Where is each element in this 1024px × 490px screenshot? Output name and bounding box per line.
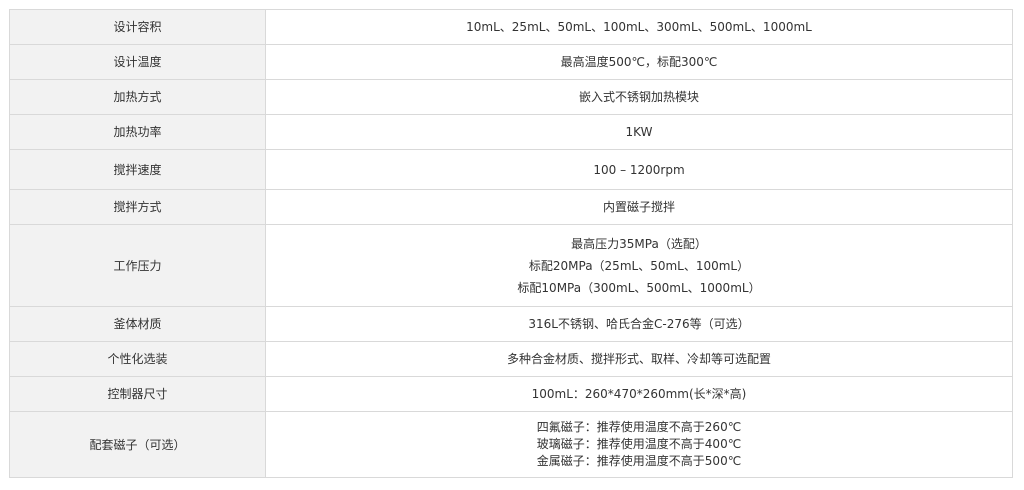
value-line: 标配20MPa（25mL、50mL、100mL） (528, 258, 750, 273)
row-value: 内置磁子搅拌 (265, 189, 1013, 225)
table-row: 加热方式 嵌入式不锈钢加热模块 (9, 79, 1013, 115)
spec-table: 设计容积 10mL、25mL、50mL、100mL、300mL、500mL、10… (9, 9, 1013, 478)
table-row: 控制器尺寸 100mL：260*470*260mm(长*深*高) (9, 376, 1013, 412)
table-row: 设计温度 最高温度500℃，标配300℃ (9, 44, 1013, 80)
row-value: 316L不锈钢、哈氏合金C-276等（可选） (265, 306, 1013, 342)
row-value: 嵌入式不锈钢加热模块 (265, 79, 1013, 115)
value-line: 100mL：260*470*260mm(长*深*高) (531, 387, 747, 401)
row-label: 工作压力 (9, 224, 266, 307)
row-value: 10mL、25mL、50mL、100mL、300mL、500mL、1000mL (265, 9, 1013, 45)
value-line: 100 – 1200rpm (593, 162, 685, 177)
value-line: 多种合金材质、搅拌形式、取样、冷却等可选配置 (506, 352, 771, 366)
row-value: 100 – 1200rpm (265, 149, 1013, 190)
row-value: 1KW (265, 114, 1013, 150)
row-label: 个性化选装 (9, 341, 266, 377)
value-line: 四氟磁子：推荐使用温度不高于260℃ (536, 420, 742, 434)
table-row: 设计容积 10mL、25mL、50mL、100mL、300mL、500mL、10… (9, 9, 1013, 45)
row-value: 最高压力35MPa（选配） 标配20MPa（25mL、50mL、100mL） 标… (265, 224, 1013, 307)
row-value: 最高温度500℃，标配300℃ (265, 44, 1013, 80)
value-line: 10mL、25mL、50mL、100mL、300mL、500mL、1000mL (466, 20, 812, 34)
value-line: 内置磁子搅拌 (602, 200, 675, 214)
row-label: 设计容积 (9, 9, 266, 45)
value-line: 标配10MPa（300mL、500mL、1000mL） (517, 280, 761, 295)
value-line: 金属磁子：推荐使用温度不高于500℃ (536, 454, 742, 468)
row-label: 加热方式 (9, 79, 266, 115)
row-value: 四氟磁子：推荐使用温度不高于260℃ 玻璃磁子：推荐使用温度不高于400℃ 金属… (265, 411, 1013, 478)
table-row: 配套磁子（可选） 四氟磁子：推荐使用温度不高于260℃ 玻璃磁子：推荐使用温度不… (9, 411, 1013, 478)
row-label: 配套磁子（可选） (9, 411, 266, 478)
value-line: 嵌入式不锈钢加热模块 (578, 90, 699, 104)
value-line: 最高压力35MPa（选配） (571, 236, 707, 251)
table-row: 搅拌速度 100 – 1200rpm (9, 149, 1013, 190)
row-value: 多种合金材质、搅拌形式、取样、冷却等可选配置 (265, 341, 1013, 377)
row-label: 釜体材质 (9, 306, 266, 342)
row-label: 搅拌速度 (9, 149, 266, 190)
table-row: 工作压力 最高压力35MPa（选配） 标配20MPa（25mL、50mL、100… (9, 224, 1013, 307)
table-row: 加热功率 1KW (9, 114, 1013, 150)
value-line: 玻璃磁子：推荐使用温度不高于400℃ (536, 437, 742, 451)
value-line: 1KW (625, 125, 653, 139)
row-label: 搅拌方式 (9, 189, 266, 225)
value-line: 最高温度500℃，标配300℃ (560, 55, 718, 69)
table-row: 釜体材质 316L不锈钢、哈氏合金C-276等（可选） (9, 306, 1013, 342)
value-line: 316L不锈钢、哈氏合金C-276等（可选） (528, 317, 750, 331)
row-label: 控制器尺寸 (9, 376, 266, 412)
table-row: 个性化选装 多种合金材质、搅拌形式、取样、冷却等可选配置 (9, 341, 1013, 377)
row-label: 设计温度 (9, 44, 266, 80)
table-row: 搅拌方式 内置磁子搅拌 (9, 189, 1013, 225)
row-label: 加热功率 (9, 114, 266, 150)
row-value: 100mL：260*470*260mm(长*深*高) (265, 376, 1013, 412)
